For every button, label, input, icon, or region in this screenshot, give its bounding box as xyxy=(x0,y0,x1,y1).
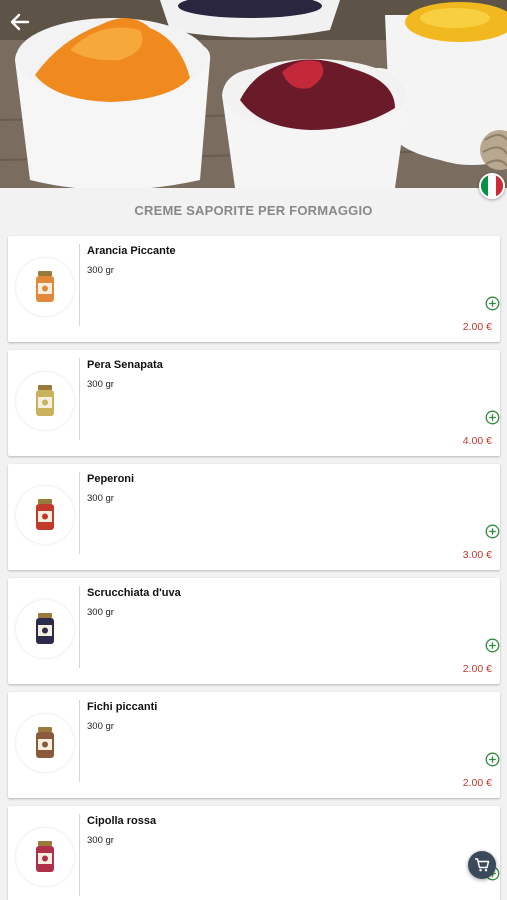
card-divider xyxy=(79,700,80,782)
plus-circle-icon xyxy=(485,524,500,539)
product-card[interactable]: Pera Senapata 300 gr 4.00 € xyxy=(8,350,500,456)
product-card[interactable]: Peperoni 300 gr 3.00 € xyxy=(8,464,500,570)
jar-icon xyxy=(36,499,54,530)
product-card[interactable]: Scrucchiata d'uva 300 gr 2.00 € xyxy=(8,578,500,684)
add-to-cart-button[interactable] xyxy=(485,410,500,425)
product-weight: 300 gr xyxy=(87,379,114,390)
jar-icon xyxy=(36,613,54,644)
hero-banner-image xyxy=(0,0,507,188)
product-card[interactable]: Cipolla rossa 300 gr xyxy=(8,806,500,900)
product-price: 2.00 € xyxy=(462,663,492,675)
cart-button[interactable] xyxy=(468,851,496,879)
jar-icon xyxy=(36,271,54,302)
product-thumbnail xyxy=(16,486,74,544)
plus-circle-icon xyxy=(485,410,500,425)
product-thumbnail xyxy=(16,600,74,658)
product-price: 2.00 € xyxy=(462,777,492,789)
plus-circle-icon xyxy=(485,752,500,767)
card-divider xyxy=(79,244,80,326)
plus-circle-icon xyxy=(485,296,500,311)
arrow-left-icon xyxy=(10,13,30,31)
product-price: 4.00 € xyxy=(462,435,492,447)
product-weight: 300 gr xyxy=(87,493,114,504)
product-weight: 300 gr xyxy=(87,835,114,846)
product-weight: 300 gr xyxy=(87,265,114,276)
product-name: Scrucchiata d'uva xyxy=(87,587,181,599)
product-name: Pera Senapata xyxy=(87,359,163,371)
product-price: 2.00 € xyxy=(462,321,492,333)
product-name: Peperoni xyxy=(87,473,135,485)
product-name: Arancia Piccante xyxy=(87,245,176,257)
product-thumbnail xyxy=(16,372,74,430)
add-to-cart-button[interactable] xyxy=(485,638,500,653)
product-price: 3.00 € xyxy=(462,549,492,561)
jam-bowls-illustration xyxy=(0,0,507,188)
product-thumbnail xyxy=(16,828,74,886)
product-card[interactable]: Arancia Piccante 300 gr 2.00 € xyxy=(8,236,500,342)
add-to-cart-button[interactable] xyxy=(485,296,500,311)
product-name: Cipolla rossa xyxy=(87,815,157,827)
cart-icon xyxy=(475,858,490,872)
card-divider xyxy=(79,814,80,896)
product-weight: 300 gr xyxy=(87,721,114,732)
card-divider xyxy=(79,586,80,668)
section-title: CREME SAPORITE PER FORMAGGIO xyxy=(134,203,373,218)
product-list-screen: CREME SAPORITE PER FORMAGGIO Arancia Pic… xyxy=(0,0,507,900)
card-divider xyxy=(79,472,80,554)
jar-icon xyxy=(36,727,54,758)
card-divider xyxy=(79,358,80,440)
product-name: Fichi piccanti xyxy=(87,701,158,713)
jar-icon xyxy=(36,385,54,416)
add-to-cart-button[interactable] xyxy=(485,752,500,767)
plus-circle-icon xyxy=(485,638,500,653)
add-to-cart-button[interactable] xyxy=(485,524,500,539)
jar-icon xyxy=(36,841,54,872)
product-weight: 300 gr xyxy=(87,607,114,618)
product-thumbnail xyxy=(16,258,74,316)
back-button[interactable] xyxy=(6,8,34,36)
product-thumbnail xyxy=(16,714,74,772)
product-card[interactable]: Fichi piccanti 300 gr 2.00 € xyxy=(8,692,500,798)
